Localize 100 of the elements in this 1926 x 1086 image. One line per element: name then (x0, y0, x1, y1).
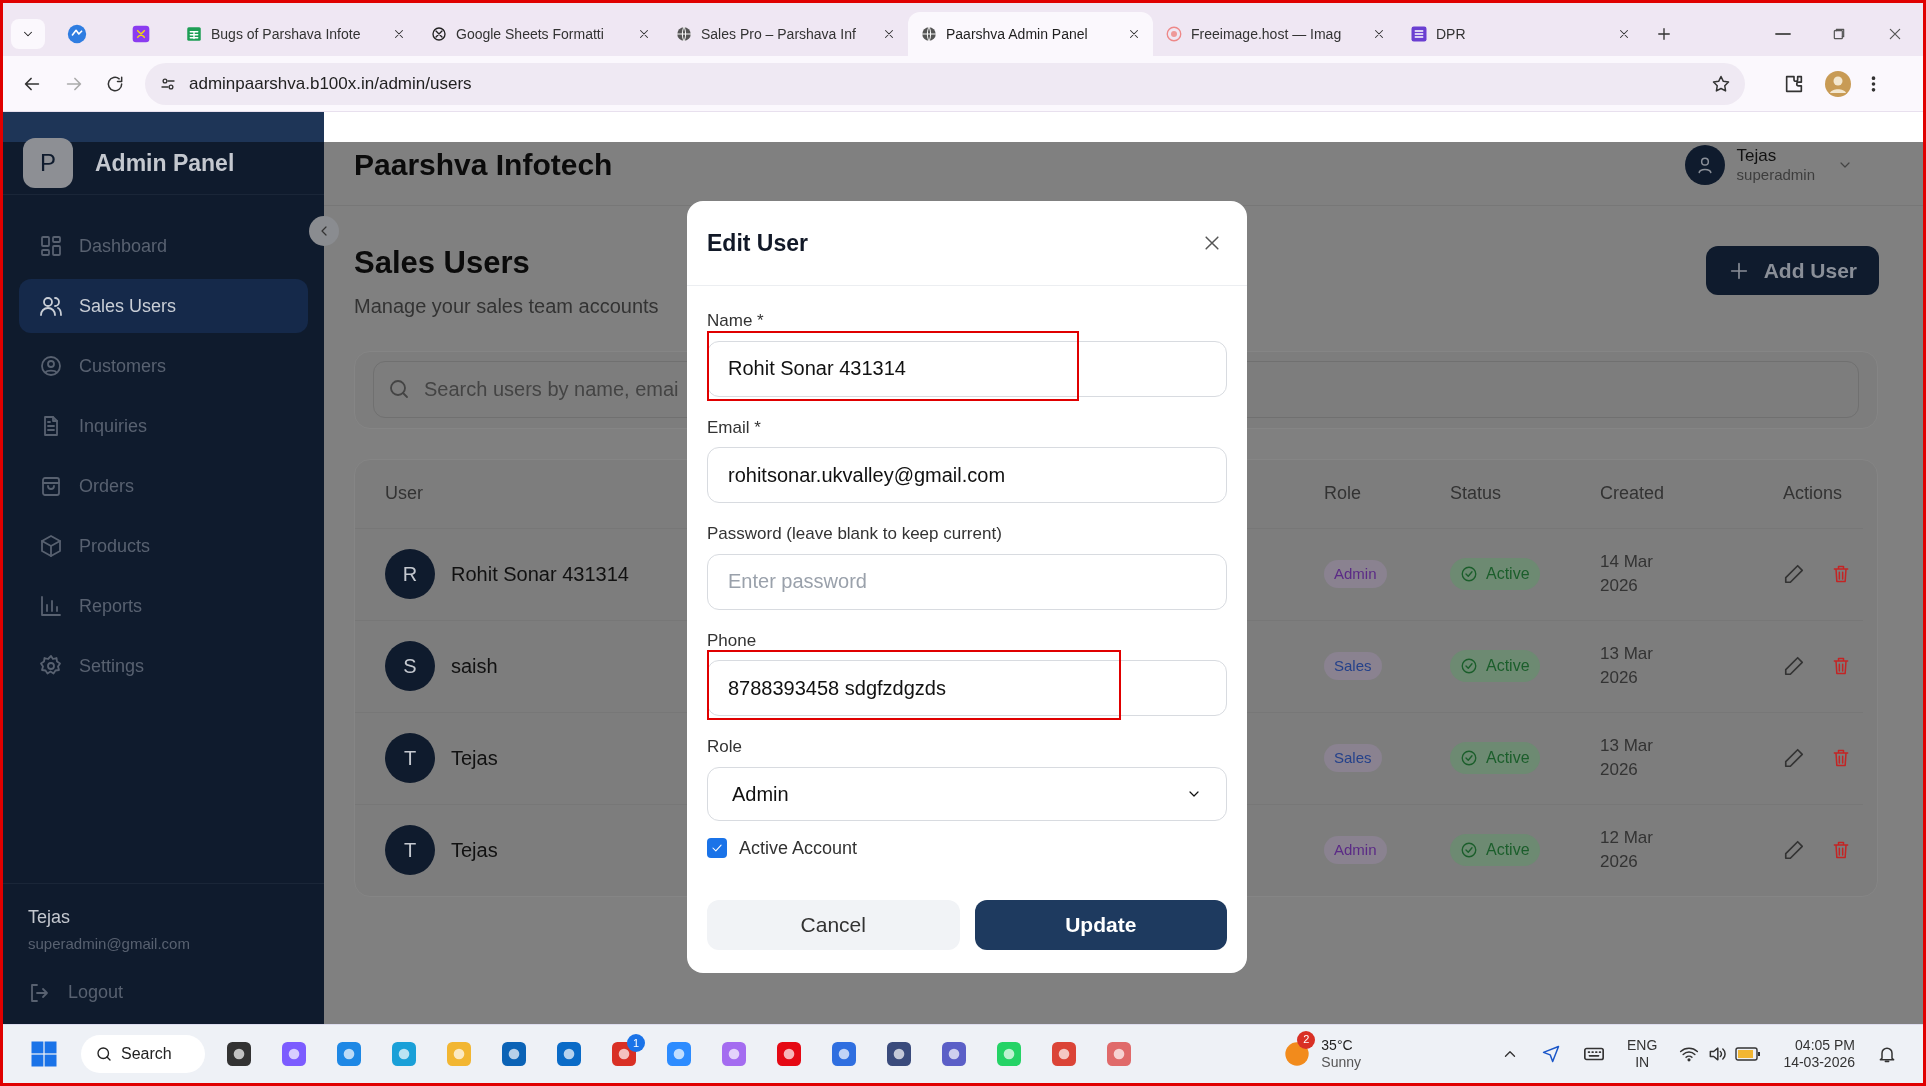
page-subtitle: Manage your sales team accounts (354, 293, 659, 319)
user-circle-icon (39, 354, 63, 378)
user-avatar: T (385, 733, 435, 783)
star-icon (1711, 73, 1731, 94)
status-badge: Active (1450, 834, 1540, 866)
spreadsheet-icon (185, 25, 203, 43)
region-code[interactable]: IN (1635, 1054, 1650, 1072)
status-badge: Active (1450, 742, 1540, 774)
close-icon (1127, 27, 1141, 41)
pinned-tab-icon (66, 23, 88, 45)
created-date: 13 Mar 2026 (1600, 735, 1654, 781)
logo-badge: P (23, 138, 73, 188)
browser-tab[interactable]: Freeimage.host — Imag (1153, 12, 1398, 56)
search-icon (95, 1045, 113, 1063)
list-icon (1410, 25, 1428, 43)
edit-button[interactable] (1783, 839, 1805, 861)
check-circle-icon (1460, 657, 1478, 675)
browser-tab[interactable]: DPR (1398, 12, 1643, 56)
status-badge: Active (1450, 650, 1540, 682)
users-icon (39, 294, 63, 318)
role-badge: Admin (1324, 835, 1387, 865)
edit-button[interactable] (1783, 563, 1805, 585)
globe-icon (675, 25, 693, 43)
notification-badge: 2 (1297, 1030, 1316, 1049)
column-header: Status (1450, 483, 1502, 503)
browser-tab[interactable]: Paarshva Admin Panel (908, 12, 1153, 56)
column-header: Actions (1783, 483, 1843, 503)
trash-icon (1831, 656, 1851, 676)
notification-badge: 1 (627, 1034, 645, 1052)
user-name: Tejas (451, 746, 498, 771)
cancel-button[interactable]: Cancel (707, 899, 960, 950)
address-field[interactable]: adminpaarshva.b100x.in/admin/users (145, 62, 1745, 105)
status-badge: Active (1450, 558, 1540, 590)
role-badge: Admin (1324, 559, 1387, 589)
add-user-button[interactable]: Add User (1705, 246, 1879, 295)
column-header: Created (1600, 483, 1665, 503)
field-label: Phone (707, 629, 758, 652)
field-label: Email * (707, 416, 762, 439)
update-button[interactable]: Update (974, 899, 1227, 950)
image-icon (1165, 25, 1183, 43)
created-date: 14 Mar 2026 (1600, 551, 1654, 597)
column-header: User (385, 483, 423, 503)
user-name: Rohit Sonar 431314 (451, 562, 629, 587)
box-icon (39, 534, 63, 558)
minimize-icon (1775, 33, 1791, 35)
edit-button[interactable] (1783, 747, 1805, 769)
new-tab-icon (1655, 25, 1673, 43)
browser-tab[interactable]: Google Sheets Formatti (418, 12, 663, 56)
user-menu[interactable]: Tejas superadmin (1684, 144, 1853, 185)
input-field[interactable]: rohitsonar.ukvalley@gmail.com (707, 447, 1227, 503)
checkbox[interactable] (707, 838, 727, 858)
close-icon (392, 27, 406, 41)
bar-chart-icon (39, 594, 63, 618)
search-icon (387, 377, 411, 401)
knot-icon (430, 25, 448, 43)
check-circle-icon (1460, 565, 1478, 583)
close-icon (637, 27, 651, 41)
user-name: Tejas (28, 905, 72, 929)
browser-tab[interactable]: Bugs of Parshava Infote (173, 12, 418, 56)
close-icon (1617, 27, 1631, 41)
bag-icon (39, 474, 63, 498)
check-circle-icon (1460, 841, 1478, 859)
pencil-icon (1783, 563, 1805, 585)
tab-title: Sales Pro – Parshava Inf (701, 24, 857, 44)
input-field[interactable]: Enter password (707, 553, 1227, 610)
user-avatar: S (385, 641, 435, 691)
pinned-tab-icon (131, 24, 151, 44)
company-name: Paarshva Infotech (354, 147, 613, 183)
avatar-icon[interactable] (1825, 70, 1851, 97)
close-icon (882, 27, 896, 41)
close-icon (1887, 26, 1903, 42)
user-avatar: T (385, 825, 435, 875)
dialog-title: Edit User (707, 228, 809, 258)
trash-icon (1831, 564, 1851, 584)
sidebar-item[interactable]: Sales Users (19, 279, 308, 333)
browser-tab[interactable]: Sales Pro – Parshava Inf (663, 12, 908, 56)
pencil-icon (1783, 655, 1805, 677)
user-avatar: R (385, 549, 435, 599)
tab-title: Google Sheets Formatti (456, 24, 605, 44)
temperature: 35°C (1321, 1036, 1354, 1054)
app-title: Admin Panel (95, 148, 235, 178)
edit-button[interactable] (1783, 655, 1805, 677)
column-header: Role (1324, 483, 1362, 503)
clock-date: 14-03-2026 (1783, 1054, 1855, 1072)
globe-icon (920, 25, 938, 43)
tab-title: Freeimage.host — Imag (1191, 24, 1343, 44)
tab-title: Bugs of Parshava Infote (211, 24, 362, 44)
taskbar-search[interactable]: Search (81, 1035, 205, 1073)
page-title: Sales Users (354, 244, 531, 282)
language-code[interactable]: ENG (1627, 1036, 1658, 1054)
field-label: Password (leave blank to keep current) (707, 523, 1003, 545)
field-label: Role (707, 736, 743, 758)
user-name: Tejas (451, 838, 498, 863)
user-name: saish (451, 654, 498, 679)
field-label: Name * (707, 310, 765, 332)
role-select[interactable]: Admin (707, 766, 1227, 821)
start-icon (29, 1039, 59, 1069)
created-date: 12 Mar 2026 (1600, 827, 1654, 873)
pencil-icon (1783, 839, 1805, 861)
close-icon (1372, 27, 1386, 41)
